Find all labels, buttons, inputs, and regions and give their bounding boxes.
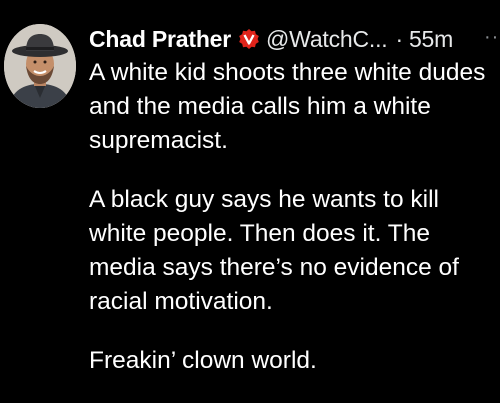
author-name[interactable]: Chad Prather [89, 26, 231, 53]
tweet-header: Chad Prather @WatchC... · 55m [89, 22, 453, 56]
timestamp[interactable]: 55m [409, 26, 453, 53]
author-handle[interactable]: @WatchC... [266, 26, 388, 53]
tweet-paragraph: Freakin’ clown world. [89, 347, 317, 374]
tweet-paragraph: A black guy says he wants to kill white … [89, 186, 459, 315]
more-options-icon[interactable]: ··· [484, 26, 500, 50]
tweet[interactable]: Chad Prather @WatchC... · 55m ··· A whit… [0, 0, 500, 402]
avatar-photo [4, 24, 76, 108]
avatar[interactable] [4, 24, 76, 108]
header-separator: · [395, 25, 404, 52]
tweet-paragraph: A white kid shoots three white dudes and… [89, 59, 486, 154]
red-verified-badge-icon [238, 28, 260, 50]
tweet-text: A white kid shoots three white dudes and… [89, 56, 494, 403]
